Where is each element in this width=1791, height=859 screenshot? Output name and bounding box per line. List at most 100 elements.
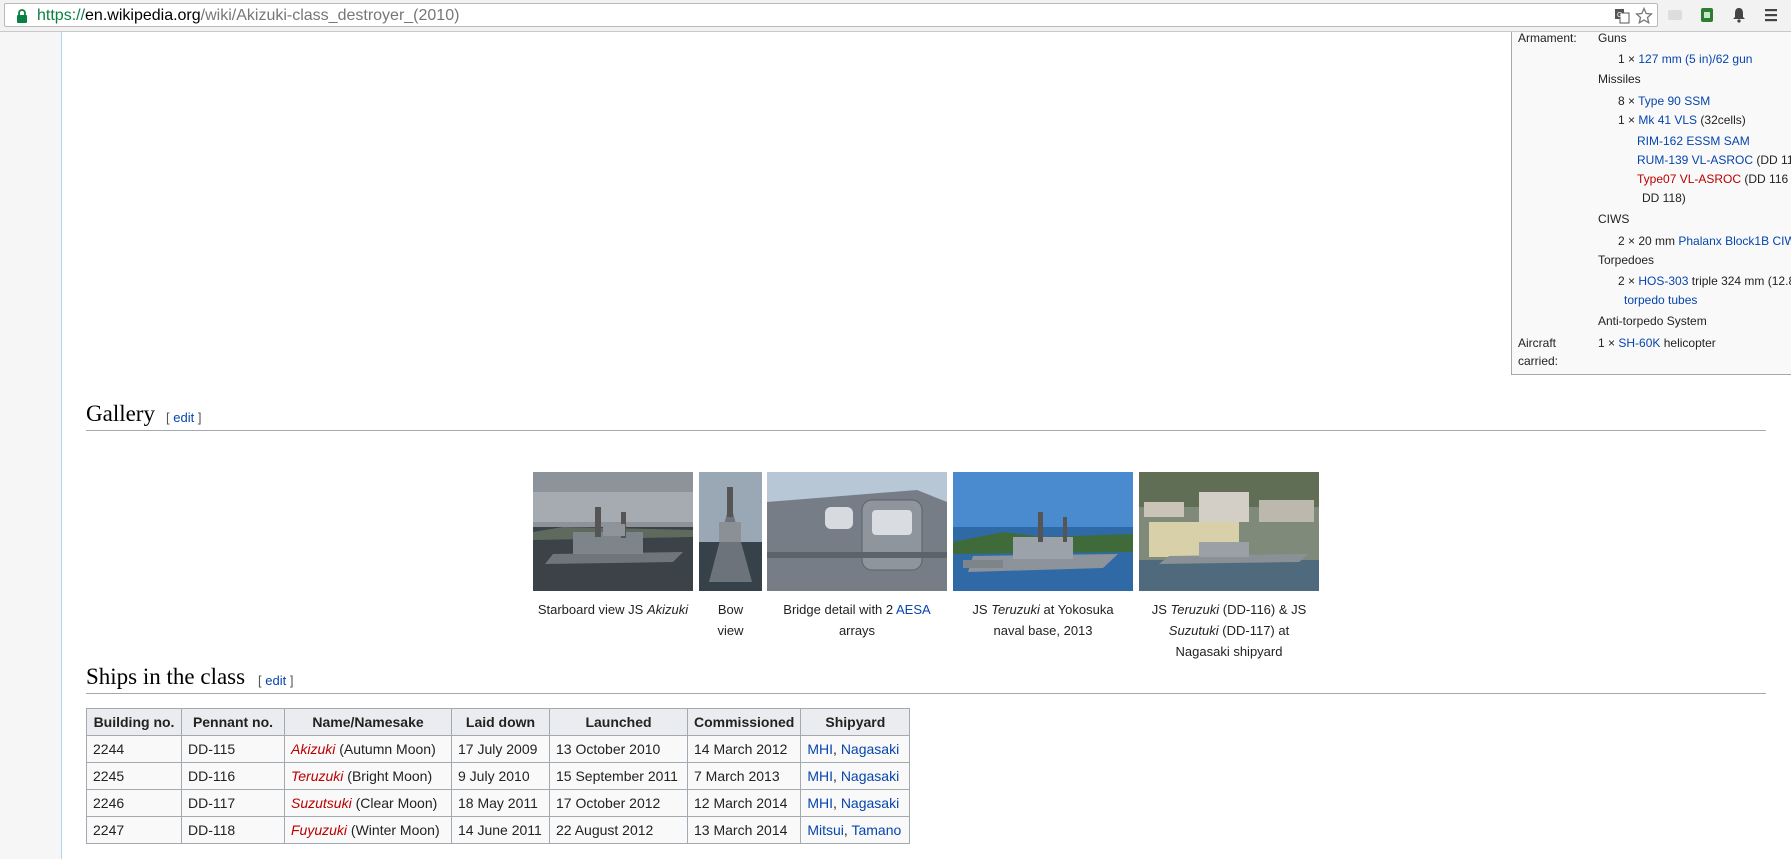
ship-name: Fuyuzuki: [291, 822, 348, 838]
namesake: (Bright Moon): [347, 768, 433, 784]
aircraft-line: 1 × SH-60K helicopter: [1598, 334, 1716, 353]
shipyard-link[interactable]: MHI: [807, 795, 833, 811]
ssm-line: 8 × Type 90 SSM: [1618, 92, 1710, 111]
gallery-image-bow[interactable]: [699, 472, 762, 591]
table-row: 2246 DD-117 Suzutsuki (Clear Moon) 18 Ma…: [86, 789, 911, 817]
asroc-note: (DD 115): [1756, 153, 1791, 167]
type90-link[interactable]: Type 90: [1638, 94, 1681, 108]
gun-link[interactable]: 127 mm (5 in)/62 gun: [1638, 52, 1752, 66]
gallery-heading: Gallery: [86, 401, 155, 426]
gallery-image-bridge[interactable]: [767, 472, 947, 591]
url-text[interactable]: https://en.wikipedia.org/wiki/Akizuki-cl…: [37, 7, 459, 25]
translate-icon[interactable]: G: [1613, 7, 1631, 25]
armament-label: Armament:: [1518, 31, 1577, 45]
ciws-line: 2 × 20 mm Phalanx Block1B CIWS: [1618, 232, 1791, 251]
header-building: Building no.: [86, 708, 182, 736]
gallery-image-nagasaki[interactable]: [1139, 472, 1319, 591]
cell-name: Suzutsuki (Clear Moon): [284, 789, 452, 817]
torp-desc: triple 324 mm (12.8 in): [1691, 274, 1791, 288]
caption-text: Starboard view JS: [537, 602, 647, 617]
bracket-close: ]: [289, 673, 294, 688]
ships-edit-link[interactable]: edit: [265, 673, 286, 688]
caption-ship-name: Teruzuki: [1170, 602, 1220, 617]
aesa-link[interactable]: AESA: [896, 602, 931, 617]
cell-shipyard: Mitsui, Tamano: [800, 816, 911, 844]
cell-launched: 22 August 2012: [549, 816, 688, 844]
anti-torpedo: Anti-torpedo System: [1598, 314, 1707, 328]
star-icon[interactable]: [1635, 7, 1653, 25]
aircraft-count: 1 ×: [1598, 336, 1616, 350]
shipyard-link[interactable]: MHI: [807, 768, 833, 784]
ship-name-link[interactable]: Teruzuki: [291, 768, 343, 784]
ship-name-link[interactable]: Akizuki: [291, 741, 335, 757]
cell-pennant: DD-117: [181, 789, 285, 817]
cell-laid-down: 17 July 2009: [451, 735, 550, 763]
bell-icon[interactable]: [1728, 4, 1750, 26]
aircraft-label-2: carried:: [1518, 354, 1559, 368]
ssm-count: 8 ×: [1618, 94, 1636, 108]
shipyard-location-link[interactable]: Nagasaki: [841, 795, 899, 811]
shipyard-link[interactable]: MHI: [807, 741, 833, 757]
ciws-link[interactable]: CIWS: [1772, 234, 1791, 248]
namesake: (Clear Moon): [355, 795, 438, 811]
caption-text: at Yokosuka: [1039, 602, 1114, 617]
sh60k-link[interactable]: SH-60K: [1618, 336, 1660, 350]
cell-building: 2246: [86, 789, 182, 817]
menu-icon[interactable]: [1760, 4, 1782, 26]
evernote-icon[interactable]: [1696, 4, 1718, 26]
cell-shipyard: MHI, Nagasaki: [800, 789, 911, 817]
type07-link[interactable]: Type07 VL-ASROC: [1637, 172, 1741, 186]
ciws-count: 2 × 20 mm: [1618, 234, 1676, 248]
gun-count: 1 ×: [1618, 52, 1636, 66]
browser-toolbar: https://en.wikipedia.org/wiki/Akizuki-cl…: [0, 0, 1791, 32]
caption-bridge: Bridge detail with 2 AESA arrays: [767, 599, 947, 641]
vls-link[interactable]: Mk 41 VLS: [1638, 113, 1697, 127]
shipyard-location-link[interactable]: Nagasaki: [841, 741, 899, 757]
header-launched: Launched: [549, 708, 688, 736]
hos-link[interactable]: HOS-303: [1638, 274, 1688, 288]
address-bar[interactable]: https://en.wikipedia.org/wiki/Akizuki-cl…: [4, 3, 1658, 27]
torpedo-tubes-link[interactable]: torpedo tubes: [1624, 291, 1697, 310]
caption-ship-name: Suzutuki: [1168, 623, 1219, 638]
gallery-image-starboard[interactable]: [533, 472, 693, 591]
cell-building: 2247: [86, 816, 182, 844]
gallery-image-yokosuka[interactable]: [953, 472, 1133, 591]
table-row: 2247 DD-118 Fuyuzuki (Winter Moon) 14 Ju…: [86, 816, 911, 844]
essm-link[interactable]: RIM-162 ESSM SAM: [1637, 132, 1750, 151]
caption-bow: Bow view: [699, 599, 762, 641]
cell-launched: 17 October 2012: [549, 789, 688, 817]
shipyard-location-link[interactable]: Nagasaki: [841, 768, 899, 784]
asroc-link[interactable]: RUM-139 VL-ASROC: [1637, 153, 1753, 167]
caption-line: arrays: [838, 623, 876, 638]
aircraft-suffix: helicopter: [1663, 336, 1716, 350]
caption-line: view: [717, 623, 744, 638]
url-path: /wiki/Akizuki-class_destroyer_(2010): [200, 7, 460, 24]
left-sidebar: [0, 32, 62, 859]
cell-commissioned: 12 March 2014: [686, 789, 802, 817]
cell-building: 2245: [86, 762, 182, 790]
ship-name-link[interactable]: Fuyuzuki: [291, 822, 347, 838]
type07-line: Type07 VL-ASROC (DD 116 to: [1637, 170, 1791, 189]
cell-commissioned: 14 March 2012: [686, 735, 802, 763]
table-row: 2244 DD-115 Akizuki (Autumn Moon) 17 Jul…: [86, 735, 911, 763]
ship-name-link[interactable]: Suzutsuki: [291, 795, 352, 811]
cell-shipyard: MHI, Nagasaki: [800, 762, 911, 790]
ships-table: Building no. Pennant no. Name/Namesake L…: [86, 708, 911, 844]
bracket-open: [: [258, 673, 262, 688]
cell-name: Teruzuki (Bright Moon): [284, 762, 452, 790]
header-commissioned: Commissioned: [686, 708, 802, 736]
shipyard-link[interactable]: Mitsui: [807, 822, 844, 838]
ssm-link[interactable]: SSM: [1684, 94, 1710, 108]
table-header-row: Building no. Pennant no. Name/Namesake L…: [86, 708, 911, 736]
torpedo-line: 2 × HOS-303 triple 324 mm (12.8 in): [1618, 272, 1791, 291]
cell-launched: 15 September 2011: [549, 762, 688, 790]
lock-icon: [17, 9, 27, 23]
extension-icon[interactable]: [1664, 4, 1686, 26]
gallery-edit-link[interactable]: edit: [173, 410, 194, 425]
cell-building: 2244: [86, 735, 182, 763]
ships-heading: Ships in the class: [86, 664, 246, 689]
phalanx-link[interactable]: Phalanx Block1B: [1678, 234, 1769, 248]
gallery-edit: [ edit ]: [166, 410, 201, 425]
shipyard-location-link[interactable]: Tamano: [851, 822, 901, 838]
ship-name: Teruzuki: [291, 768, 344, 784]
